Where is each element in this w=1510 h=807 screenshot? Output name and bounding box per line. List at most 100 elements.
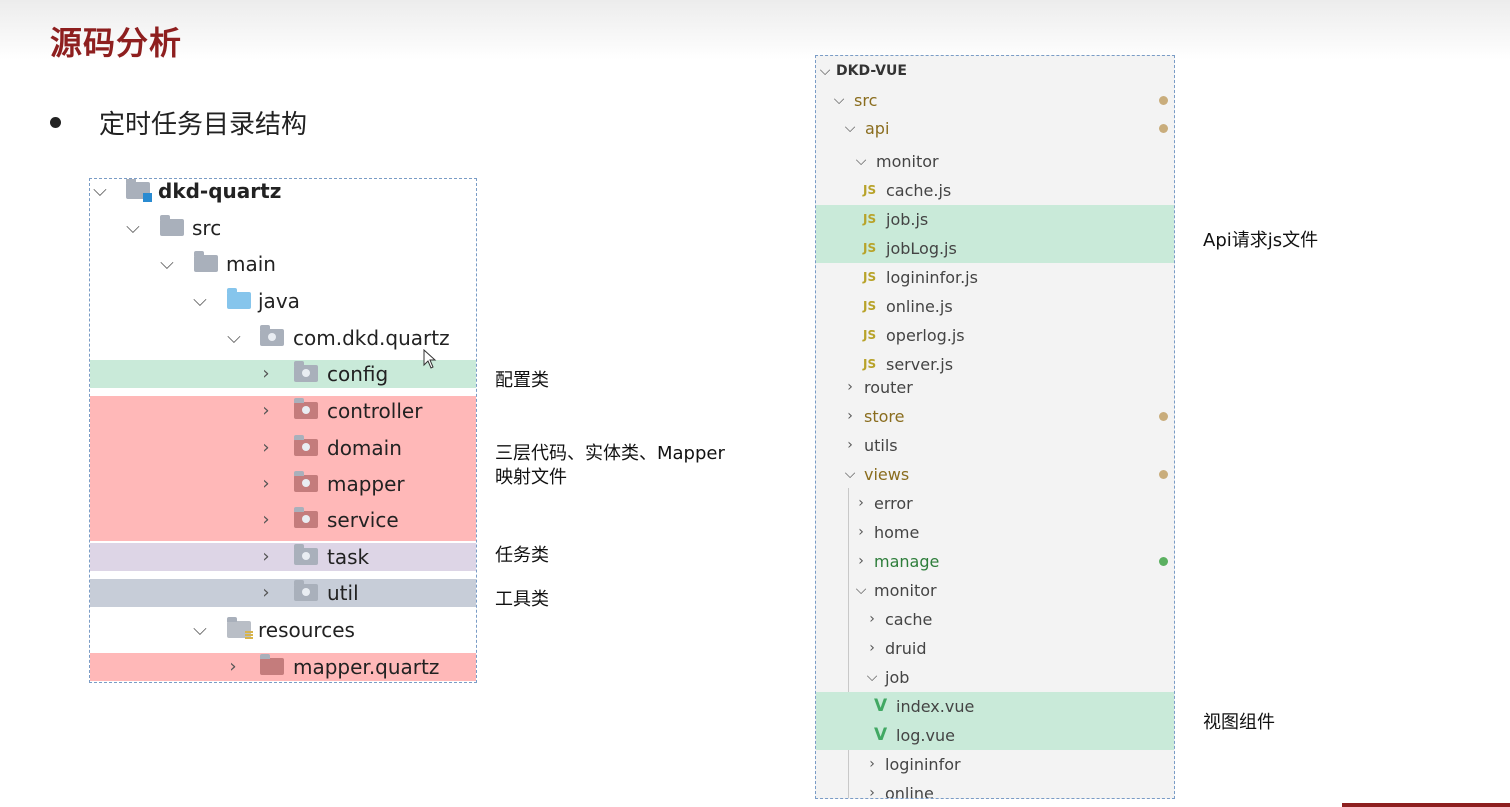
tree-row-src[interactable]: ⌵ src (90, 214, 476, 242)
tree-row-online[interactable]: › online (816, 779, 1174, 798)
git-modified-dot (1159, 124, 1168, 133)
tree-label: index.vue (896, 697, 975, 716)
tree-row-views-monitor[interactable]: ⌵ monitor (816, 576, 1174, 605)
tree-row-router[interactable]: › router (816, 373, 1174, 402)
chevron-down-icon[interactable]: ⌵ (865, 663, 879, 692)
tree-label: manage (874, 552, 940, 571)
vscode-explorer-tree: ⌵ DKD-VUE ⌵ src ⌵ api ⌵ monitor JS cache… (815, 55, 1175, 799)
tree-row-dkd-quartz[interactable]: ⌵ dkd-quartz (90, 179, 476, 205)
chevron-down-icon[interactable]: ⌵ (854, 147, 868, 176)
file-operlog-js[interactable]: JS operlog.js (816, 321, 1174, 350)
tree-label: monitor (874, 581, 937, 600)
chevron-right-icon[interactable]: › (865, 779, 879, 798)
chevron-down-icon[interactable]: ⌵ (843, 114, 857, 143)
file-cache-js[interactable]: JS cache.js (816, 176, 1174, 205)
tree-label: service (327, 508, 399, 532)
tree-row-logininfor[interactable]: › logininfor (816, 750, 1174, 779)
chevron-right-icon[interactable]: › (854, 489, 868, 518)
file-joblog-js[interactable]: JS jobLog.js (816, 234, 1174, 263)
js-file-icon: JS (863, 328, 877, 342)
tree-row-store[interactable]: › store (816, 402, 1174, 431)
chevron-right-icon[interactable]: › (865, 634, 879, 663)
chevron-right-icon[interactable]: › (256, 579, 276, 607)
chevron-right-icon[interactable]: › (865, 605, 879, 634)
tree-label: controller (327, 399, 423, 423)
tree-label: online.js (886, 297, 953, 316)
package-icon (294, 507, 318, 528)
tree-label: store (864, 407, 905, 426)
tree-row-utils[interactable]: › utils (816, 431, 1174, 460)
tree-label: task (327, 545, 370, 569)
js-file-icon: JS (863, 183, 877, 197)
chevron-down-icon[interactable]: ⌵ (157, 250, 177, 278)
chevron-down-icon[interactable]: ⌵ (843, 460, 857, 489)
chevron-right-icon[interactable]: › (865, 750, 879, 779)
tree-row-mapper-quartz[interactable]: › mapper.quartz (90, 653, 476, 681)
tree-label: java (258, 289, 300, 313)
tree-row-druid[interactable]: › druid (816, 634, 1174, 663)
chevron-right-icon[interactable]: › (843, 373, 857, 402)
file-job-js[interactable]: JS job.js (816, 205, 1174, 234)
tree-label: api (865, 119, 890, 138)
chevron-right-icon[interactable]: › (854, 518, 868, 547)
tree-row-home[interactable]: › home (816, 518, 1174, 547)
tree-row-util[interactable]: › util (90, 579, 476, 607)
tree-row-job[interactable]: ⌵ job (816, 663, 1174, 692)
git-new-dot (1159, 557, 1168, 566)
chevron-down-icon[interactable]: ⌵ (818, 57, 832, 86)
file-logininfor-js[interactable]: JS logininfor.js (816, 263, 1174, 292)
chevron-down-icon[interactable]: ⌵ (123, 214, 143, 242)
tree-row-resources[interactable]: ⌵ resources (90, 616, 476, 644)
tree-label: operlog.js (886, 326, 965, 345)
tree-row-service[interactable]: › service (90, 506, 476, 534)
tree-label: home (874, 523, 920, 542)
chevron-right-icon[interactable]: › (223, 653, 243, 681)
tree-row-domain[interactable]: › domain (90, 434, 476, 462)
tree-row-config[interactable]: › config (90, 360, 476, 388)
tree-row-mapper[interactable]: › mapper (90, 470, 476, 498)
chevron-right-icon[interactable]: › (256, 360, 276, 388)
tree-label: monitor (876, 152, 939, 171)
tree-row-controller[interactable]: › controller (90, 397, 476, 425)
tree-row-java[interactable]: ⌵ java (90, 287, 476, 315)
chevron-right-icon[interactable]: › (256, 543, 276, 571)
tree-row-views[interactable]: ⌵ views (816, 460, 1174, 489)
tree-label: DKD-VUE (836, 63, 907, 79)
chevron-down-icon[interactable]: ⌵ (190, 616, 210, 644)
file-index-vue[interactable]: V index.vue (816, 692, 1174, 721)
chevron-down-icon[interactable]: ⌵ (832, 86, 846, 115)
chevron-right-icon[interactable]: › (843, 402, 857, 431)
chevron-down-icon[interactable]: ⌵ (190, 287, 210, 315)
chevron-right-icon[interactable]: › (854, 547, 868, 576)
tree-row-package[interactable]: ⌵ com.dkd.quartz (90, 324, 476, 352)
note-api-files: Api请求js文件 (1203, 230, 1319, 251)
file-online-js[interactable]: JS online.js (816, 292, 1174, 321)
tree-row-main[interactable]: ⌵ main (90, 250, 476, 278)
tree-row-src[interactable]: ⌵ src (816, 86, 1174, 115)
tree-row-manage[interactable]: › manage (816, 547, 1174, 576)
chevron-right-icon[interactable]: › (256, 506, 276, 534)
chevron-right-icon[interactable]: › (256, 397, 276, 425)
chevron-right-icon[interactable]: › (256, 434, 276, 462)
tree-label: main (226, 252, 276, 276)
resources-folder-icon (227, 617, 253, 640)
file-log-vue[interactable]: V log.vue (816, 721, 1174, 750)
tree-label: log.vue (896, 726, 955, 745)
tree-row-api[interactable]: ⌵ api (816, 114, 1174, 143)
explorer-root[interactable]: ⌵ DKD-VUE (816, 57, 1174, 86)
tree-label: utils (864, 436, 898, 455)
chevron-down-icon[interactable]: ⌵ (854, 576, 868, 605)
package-icon (294, 544, 318, 565)
note-task: 任务类 (495, 545, 549, 566)
tree-row-cache[interactable]: › cache (816, 605, 1174, 634)
tree-row-task[interactable]: › task (90, 543, 476, 571)
tree-row-error[interactable]: › error (816, 489, 1174, 518)
chevron-right-icon[interactable]: › (843, 431, 857, 460)
package-icon (294, 471, 318, 492)
tree-row-monitor[interactable]: ⌵ monitor (816, 147, 1174, 176)
chevron-right-icon[interactable]: › (256, 470, 276, 498)
module-folder-icon (126, 179, 152, 202)
chevron-down-icon[interactable]: ⌵ (224, 324, 244, 352)
chevron-down-icon[interactable]: ⌵ (90, 179, 110, 205)
tree-label: cache.js (886, 181, 952, 200)
